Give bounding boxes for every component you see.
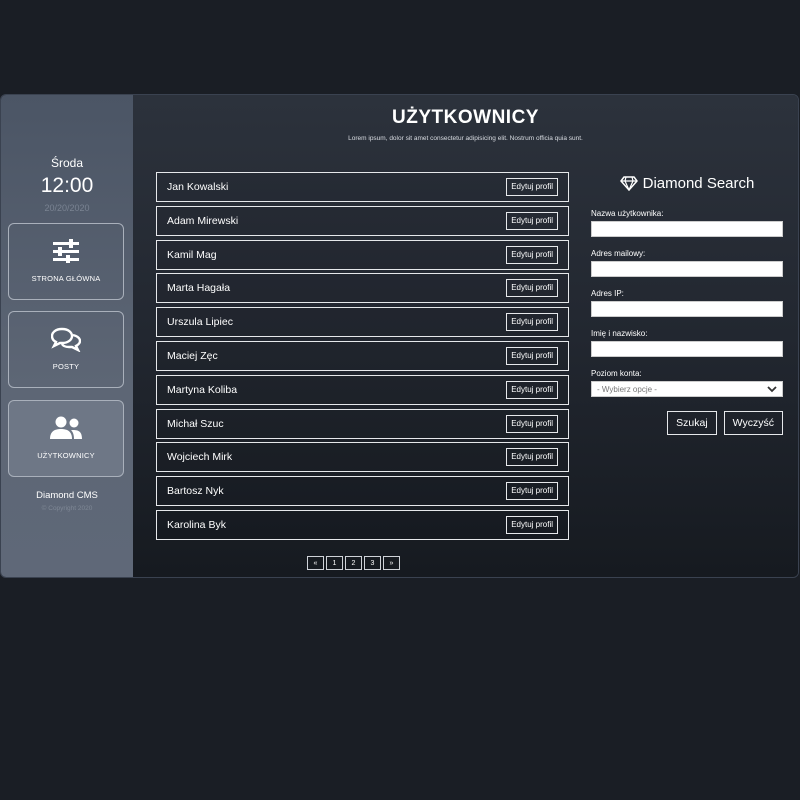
page-title: UŻYTKOWNICY bbox=[392, 107, 539, 128]
user-name: Michał Szuc bbox=[167, 417, 224, 430]
sidebar-item-home[interactable]: STRONA GŁÓWNA bbox=[8, 223, 124, 300]
edit-profile-button[interactable]: Edytuj profil bbox=[506, 346, 558, 365]
sidebar-clock: 12:00 bbox=[40, 174, 94, 197]
user-row: Wojciech Mirk Edytuj profil bbox=[156, 442, 569, 473]
copyright: © Copyright 2020 bbox=[41, 505, 93, 512]
user-row: Bartosz Nyk Edytuj profil bbox=[156, 476, 569, 507]
sidebar: Środa 12:00 20/20/2020 STRONA GŁÓWNA POS… bbox=[1, 95, 133, 577]
edit-profile-button[interactable]: Edytuj profil bbox=[506, 178, 558, 196]
account-level-label: Poziom konta: bbox=[591, 369, 642, 378]
user-name: Karolina Byk bbox=[167, 518, 226, 531]
sidebar-day: Środa bbox=[50, 156, 84, 170]
main-content: UŻYTKOWNICY Lorem ipsum, dolor sit amet … bbox=[133, 95, 798, 577]
edit-profile-button[interactable]: Edytuj profil bbox=[506, 482, 558, 501]
user-row: Maciej Zęc Edytuj profil bbox=[156, 340, 569, 371]
user-row: Michał Szuc Edytuj profil bbox=[156, 408, 569, 439]
fullname-input[interactable] bbox=[591, 341, 783, 357]
page-link[interactable]: « bbox=[307, 556, 324, 570]
ip-input[interactable] bbox=[591, 301, 783, 317]
sidebar-item-users[interactable]: UŻYTKOWNICY bbox=[8, 400, 124, 477]
user-row: Marta Hagała Edytuj profil bbox=[156, 273, 569, 304]
user-row: Urszula Lipiec Edytuj profil bbox=[156, 307, 569, 338]
user-row: Karolina Byk Edytuj profil bbox=[156, 509, 569, 540]
username-input[interactable] bbox=[591, 221, 783, 237]
edit-profile-button[interactable]: Edytuj profil bbox=[506, 448, 558, 467]
user-row: Kamil Mag Edytuj profil bbox=[156, 239, 569, 270]
user-list: Jan Kowalski Edytuj profil Adam Mirewski Ed… bbox=[156, 172, 569, 544]
page-link[interactable]: 1 bbox=[326, 556, 343, 570]
edit-profile-button[interactable]: Edytuj profil bbox=[506, 279, 558, 298]
user-name: Urszula Lipiec bbox=[167, 316, 233, 329]
sliders-icon bbox=[52, 238, 80, 264]
sidebar-item-label: POSTY bbox=[52, 362, 80, 371]
search-header: Diamond Search bbox=[591, 175, 783, 192]
clear-button[interactable]: Wyczyść bbox=[723, 411, 783, 435]
username-label: Nazwa użytkownika: bbox=[591, 209, 664, 218]
edit-profile-button[interactable]: Edytuj profil bbox=[506, 515, 558, 534]
user-row: Adam Mirewski Edytuj profil bbox=[156, 205, 569, 236]
account-level-select[interactable]: - Wybierz opcje - bbox=[591, 381, 783, 397]
edit-profile-button[interactable]: Edytuj profil bbox=[506, 313, 558, 332]
user-name: Maciej Zęc bbox=[167, 349, 218, 362]
user-name: Adam Mirewski bbox=[167, 214, 239, 227]
search-title: Diamond Search bbox=[642, 175, 755, 192]
edit-profile-button[interactable]: Edytuj profil bbox=[506, 414, 558, 433]
sidebar-item-label: UŻYTKOWNICY bbox=[37, 451, 95, 460]
diamond-icon bbox=[619, 176, 638, 191]
search-button[interactable]: Szukaj bbox=[667, 411, 717, 435]
user-name: Bartosz Nyk bbox=[167, 485, 224, 498]
page-subtitle: Lorem ipsum, dolor sit amet consectetur … bbox=[348, 135, 583, 142]
edit-profile-button[interactable]: Edytuj profil bbox=[506, 380, 558, 399]
search-panel: Diamond Search Nazwa użytkownika: Adres … bbox=[591, 175, 783, 435]
app-window: Środa 12:00 20/20/2020 STRONA GŁÓWNA POS… bbox=[0, 94, 799, 578]
edit-profile-button[interactable]: Edytuj profil bbox=[506, 211, 558, 230]
sidebar-item-label: STRONA GŁÓWNA bbox=[31, 274, 101, 283]
sidebar-item-posts[interactable]: POSTY bbox=[8, 311, 124, 388]
chat-bubbles-icon bbox=[51, 326, 81, 352]
ip-label: Adres IP: bbox=[591, 289, 624, 298]
page-link[interactable]: » bbox=[383, 556, 400, 570]
user-row: Martyna Koliba Edytuj profil bbox=[156, 374, 569, 405]
users-icon bbox=[49, 415, 83, 441]
email-input[interactable] bbox=[591, 261, 783, 277]
edit-profile-button[interactable]: Edytuj profil bbox=[506, 245, 558, 264]
brand-name: Diamond CMS bbox=[36, 490, 98, 501]
chevron-down-icon bbox=[767, 385, 777, 392]
email-label: Adres mailowy: bbox=[591, 249, 646, 258]
user-name: Wojciech Mirk bbox=[167, 451, 233, 464]
fullname-label: Imię i nazwisko: bbox=[591, 329, 648, 338]
pagination: «1 2 3» bbox=[307, 556, 402, 570]
account-level-value: - Wybierz opcje - bbox=[597, 384, 657, 394]
page-link[interactable]: 2 bbox=[345, 556, 362, 570]
user-row: Jan Kowalski Edytuj profil bbox=[156, 172, 569, 202]
user-name: Martyna Koliba bbox=[167, 383, 238, 396]
user-name: Kamil Mag bbox=[167, 248, 217, 261]
user-name: Jan Kowalski bbox=[167, 181, 229, 193]
user-name: Marta Hagała bbox=[167, 282, 231, 295]
sidebar-date: 20/20/2020 bbox=[44, 203, 90, 213]
page-link[interactable]: 3 bbox=[364, 556, 381, 570]
